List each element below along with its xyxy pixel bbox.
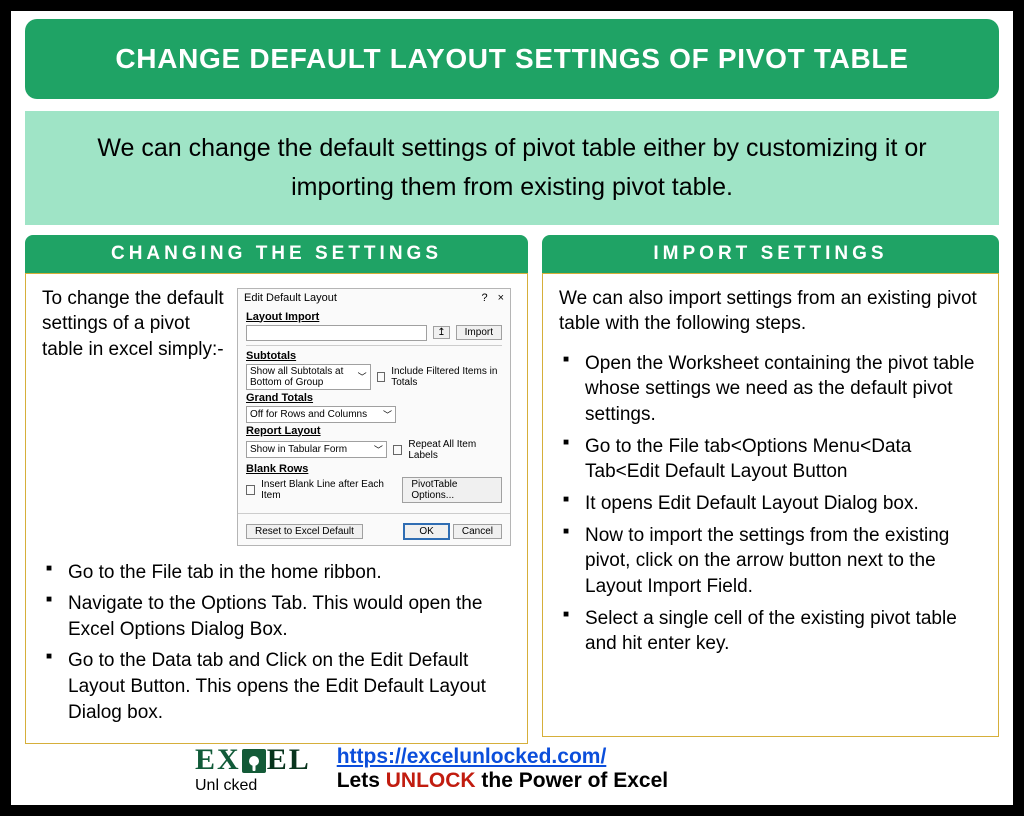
site-link[interactable]: https://excelunlocked.com/ [337,745,607,768]
left-bullet-list: Go to the File tab in the home ribbon. N… [42,560,511,726]
page-frame: CHANGE DEFAULT LAYOUT SETTINGS OF PIVOT … [0,0,1024,816]
dialog-help-icon[interactable]: ? [481,292,487,304]
tagline-prefix: Lets [337,769,386,792]
repeat-labels-label: Repeat All Item Labels [408,439,502,461]
reset-button[interactable]: Reset to Excel Default [246,524,363,539]
ok-button[interactable]: OK [403,523,449,540]
edit-default-layout-dialog: Edit Default Layout ? × Layout Import ↥ [237,288,511,546]
right-column-body: We can also import settings from an exis… [542,273,999,738]
list-item: Open the Worksheet containing the pivot … [559,351,982,428]
intro-banner: We can change the default settings of pi… [25,111,999,225]
left-top-row: To change the default settings of a pivo… [42,286,511,546]
footer: EX EL Unl cked https://excelunlocked.com… [25,737,999,801]
footer-tagline: https://excelunlocked.com/ Lets UNLOCK t… [337,745,668,793]
chevron-down-icon: ﹀ [358,370,367,383]
lock-icon [242,749,266,773]
cancel-button[interactable]: Cancel [453,524,502,539]
layout-import-label: Layout Import [246,311,502,323]
list-item: Go to the File tab in the home ribbon. [42,560,511,586]
tagline-unlock: UNLOCK [386,769,476,792]
list-item: Select a single cell of the existing piv… [559,606,982,657]
report-layout-label: Report Layout [246,425,502,437]
blank-line-label: Insert Blank Line after Each Item [261,479,390,501]
layout-import-field[interactable] [246,325,427,341]
list-item: Now to import the settings from the exis… [559,523,982,600]
left-lead-text: To change the default settings of a pivo… [42,286,227,363]
right-column-header: IMPORT SETTINGS [542,235,999,273]
chevron-down-icon: ﹀ [383,408,392,421]
logo-text-2: EL [267,743,311,777]
include-filtered-checkbox[interactable] [377,372,386,382]
list-item: Go to the File tab<Options Menu<Data Tab… [559,434,982,485]
include-filtered-label: Include Filtered Items in Totals [391,366,502,388]
repeat-labels-checkbox[interactable] [393,445,402,455]
import-button[interactable]: Import [456,325,502,340]
columns: CHANGING THE SETTINGS To change the defa… [25,235,999,738]
pivottable-options-button[interactable]: PivotTable Options... [402,477,502,503]
dialog-title: Edit Default Layout [244,292,337,304]
list-item: Navigate to the Options Tab. This would … [42,591,511,642]
close-icon[interactable]: × [498,292,504,304]
left-column-body: To change the default settings of a pivo… [25,273,528,745]
dialog-titlebar: Edit Default Layout ? × [238,289,510,307]
right-column: IMPORT SETTINGS We can also import setti… [542,235,999,738]
left-column: CHANGING THE SETTINGS To change the defa… [25,235,528,738]
blank-line-checkbox[interactable] [246,485,255,495]
tagline-suffix: the Power of Excel [476,769,669,792]
right-bullet-list: Open the Worksheet containing the pivot … [559,351,982,657]
subtotals-label: Subtotals [246,350,502,362]
page-title: CHANGE DEFAULT LAYOUT SETTINGS OF PIVOT … [115,43,908,74]
subtotals-dropdown[interactable]: Show all Subtotals at Bottom of Group﹀ [246,364,371,390]
report-layout-dropdown[interactable]: Show in Tabular Form﹀ [246,441,387,458]
grand-totals-dropdown[interactable]: Off for Rows and Columns﹀ [246,406,396,423]
blank-rows-label: Blank Rows [246,463,502,475]
list-item: Go to the Data tab and Click on the Edit… [42,648,511,725]
chevron-down-icon: ﹀ [374,443,383,456]
brand-logo: EX EL Unl cked [195,743,311,795]
grand-totals-label: Grand Totals [246,392,502,404]
list-item: It opens Edit Default Layout Dialog box. [559,491,982,517]
range-picker-icon[interactable]: ↥ [433,326,449,339]
logo-text-1: EX [195,743,241,777]
right-lead-text: We can also import settings from an exis… [559,286,982,337]
intro-text: We can change the default settings of pi… [97,134,926,201]
left-column-header: CHANGING THE SETTINGS [25,235,528,273]
page-title-banner: CHANGE DEFAULT LAYOUT SETTINGS OF PIVOT … [25,19,999,99]
logo-subtext: Unl cked [195,777,311,795]
